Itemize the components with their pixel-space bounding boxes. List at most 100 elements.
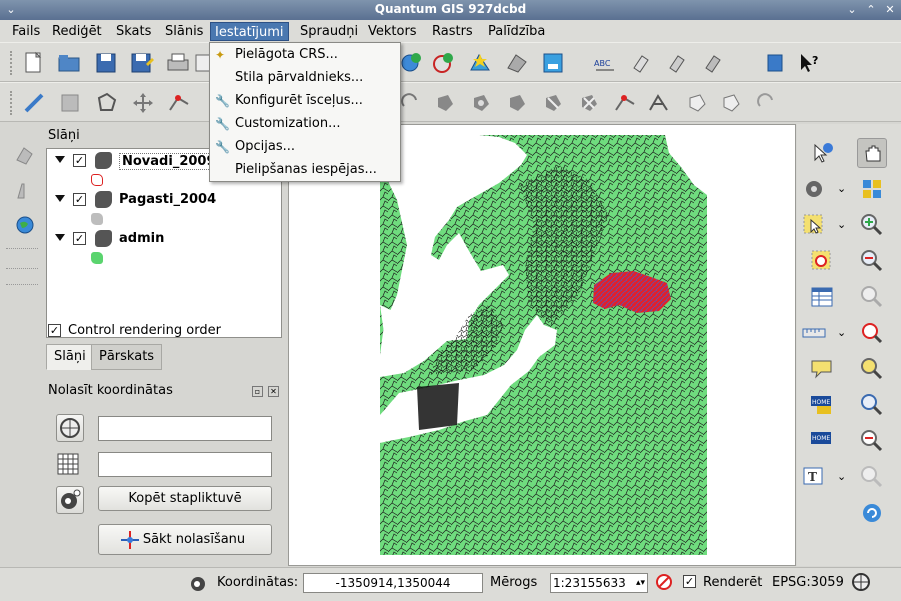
coord-field-1[interactable] [98, 416, 272, 441]
simplify-feature-icon[interactable] [432, 90, 458, 116]
node-tool-icon[interactable] [166, 90, 192, 116]
map-canvas[interactable] [288, 124, 796, 566]
menu-item-style-manager[interactable]: Stila pārvaldnieks... [210, 66, 400, 89]
menu-rediget[interactable]: Rediģēt [48, 22, 106, 41]
zoom-selection-icon[interactable] [859, 284, 885, 310]
globe-side-icon[interactable] [14, 214, 36, 236]
menu-item-configure-shortcuts[interactable]: 🔧 Konfigurēt īsceļus... [210, 89, 400, 112]
delete-part-icon[interactable] [576, 90, 602, 116]
toolbar-handle[interactable] [10, 51, 15, 75]
zoom-full-icon[interactable] [859, 176, 885, 202]
layer-row-admin[interactable]: ✓ admin [47, 228, 281, 250]
menu-item-options[interactable]: 🔧 Opcijas... [210, 135, 400, 158]
control-rendering-order-checkbox[interactable]: ✓ [48, 324, 61, 337]
menu-vektors[interactable]: Vektors [364, 22, 421, 41]
expand-arrow-icon[interactable] [55, 156, 65, 163]
expand-arrow-icon[interactable] [55, 234, 65, 241]
select-features-icon[interactable] [801, 212, 827, 238]
whats-this-icon[interactable]: ? [797, 50, 823, 76]
redo-icon[interactable] [398, 90, 424, 116]
crs-status-icon[interactable] [851, 572, 871, 592]
minimize-icon[interactable]: ⌄ [845, 3, 859, 17]
measure-line-icon[interactable] [801, 320, 827, 346]
add-vector-layer-icon[interactable] [398, 50, 424, 76]
chevron-down-icon[interactable]: ⌄ [837, 182, 846, 195]
float-panel-icon[interactable]: ▫ [252, 386, 263, 397]
merge-attributes-icon[interactable] [718, 90, 744, 116]
add-postgis-layer-icon[interactable] [430, 50, 456, 76]
rotate-symbol-icon[interactable] [754, 90, 780, 116]
split-features-icon[interactable] [646, 90, 672, 116]
coordinate-capture-icon[interactable] [188, 573, 208, 593]
menu-rastrs[interactable]: Rastrs [428, 22, 477, 41]
remove-layer-icon[interactable] [504, 50, 530, 76]
layer-row-pagasti[interactable]: ✓ Pagasti_2004 [47, 189, 281, 211]
tab-overview[interactable]: Pārskats [91, 344, 163, 370]
open-project-icon[interactable] [56, 50, 82, 76]
text-annotation-icon[interactable]: T [801, 464, 827, 490]
stop-render-icon[interactable] [655, 573, 673, 591]
print-icon[interactable] [165, 50, 191, 76]
delete-ring-icon[interactable] [540, 90, 566, 116]
zoom-previous-icon[interactable] [859, 428, 885, 454]
menu-item-custom-crs[interactable]: ✦ Pielāgota CRS... [210, 43, 400, 66]
measure-side-icon[interactable] [14, 180, 36, 202]
identify-icon[interactable] [809, 140, 835, 166]
close-icon[interactable]: ✕ [883, 3, 897, 17]
menu-item-customization[interactable]: 🔧 Customization... [210, 112, 400, 135]
new-project-icon[interactable] [20, 50, 46, 76]
add-wms-layer-icon[interactable] [467, 50, 493, 76]
new-bookmark-icon[interactable]: HOME [809, 392, 835, 418]
map-tips-icon[interactable] [809, 356, 835, 382]
show-bookmarks-icon[interactable]: HOME [809, 428, 835, 454]
tab-layers[interactable]: Slāņi [46, 344, 94, 370]
coord-field-2[interactable] [98, 452, 272, 477]
epsg-label[interactable]: EPSG:3059 [772, 575, 844, 590]
coordinates-field[interactable]: -1350914,1350044 [303, 573, 483, 593]
menu-fails[interactable]: Fails [8, 22, 44, 41]
close-panel-icon[interactable]: ✕ [268, 386, 279, 397]
deselect-icon[interactable] [809, 248, 835, 274]
refresh-disabled-icon[interactable] [859, 464, 885, 490]
chevron-down-icon[interactable]: ⌄ [837, 470, 846, 483]
change-label-icon[interactable] [700, 50, 726, 76]
add-feature-side-icon[interactable] [14, 144, 36, 166]
chevron-down-icon[interactable]: ⌄ [837, 218, 846, 231]
pan-icon[interactable] [857, 138, 887, 168]
save-as-icon[interactable] [128, 50, 154, 76]
add-ring-icon[interactable] [468, 90, 494, 116]
menu-item-snapping-options[interactable]: Pielipšanas iespējas... [210, 158, 400, 181]
merge-features-icon[interactable] [684, 90, 710, 116]
layer-visibility-checkbox[interactable]: ✓ [73, 154, 86, 167]
scale-combobox[interactable]: 1:23155633 ▴▾ [550, 573, 648, 593]
expand-arrow-icon[interactable] [55, 195, 65, 202]
zoom-last-icon[interactable] [859, 356, 885, 382]
menu-palidziba[interactable]: Palīdzība [484, 22, 549, 41]
menu-slanis[interactable]: Slānis [161, 22, 207, 41]
crs-globe-button[interactable] [56, 414, 84, 442]
add-feature-icon[interactable] [94, 90, 120, 116]
toolbar-handle[interactable] [10, 91, 15, 115]
settings-gear-icon[interactable] [801, 176, 827, 202]
layer-visibility-checkbox[interactable]: ✓ [73, 193, 86, 206]
add-part-icon[interactable] [504, 90, 530, 116]
save-project-icon[interactable] [93, 50, 119, 76]
pick-coordinate-button[interactable] [56, 486, 84, 514]
chevron-down-icon[interactable]: ⌄ [837, 326, 846, 339]
zoom-next-icon[interactable] [859, 392, 885, 418]
toggle-editing-icon[interactable] [22, 90, 48, 116]
menu-iestatijumi[interactable]: Iestatījumi [210, 22, 289, 41]
help-book-icon[interactable] [762, 50, 788, 76]
reshape-feature-icon[interactable] [612, 90, 638, 116]
move-feature-icon[interactable] [130, 90, 156, 116]
rotate-label-icon[interactable] [664, 50, 690, 76]
label-icon[interactable]: ABC [592, 50, 618, 76]
start-capture-button[interactable]: Sākt nolasīšanu [98, 524, 272, 555]
menu-spraudni[interactable]: Spraudņi [296, 22, 362, 41]
copy-to-clipboard-button[interactable]: Kopēt stapliktuvē [98, 486, 272, 511]
save-edits-icon[interactable] [57, 90, 83, 116]
pin-label-icon[interactable] [628, 50, 654, 76]
zoom-out-icon[interactable] [859, 248, 885, 274]
layer-visibility-checkbox[interactable]: ✓ [73, 232, 86, 245]
render-checkbox[interactable]: ✓ [683, 575, 696, 588]
